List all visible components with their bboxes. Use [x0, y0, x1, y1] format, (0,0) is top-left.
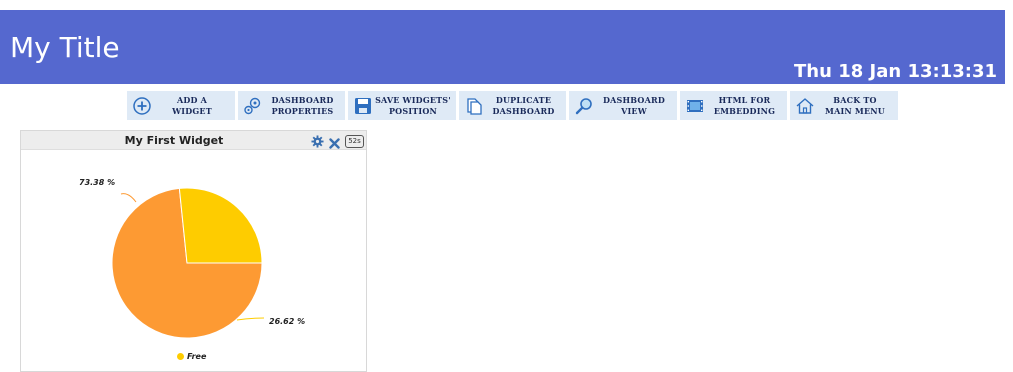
duplicate-dashboard-button[interactable]: DUPLICATE DASHBOARD	[459, 91, 566, 120]
pie-chart: 73.38 % 26.62 %	[79, 178, 305, 339]
legend-label-free: Free	[187, 352, 207, 361]
html-for-embedding-button[interactable]: HTML FOR EMBEDDING	[680, 91, 787, 120]
widget-title: My First Widget	[124, 134, 224, 147]
plus-circle-icon	[131, 95, 153, 117]
html-for-embedding-label: HTML FOR EMBEDDING	[713, 94, 776, 116]
pie-connector-1	[236, 317, 265, 321]
dashboard-title: My Title	[10, 31, 120, 64]
widget-card[interactable]: My First Widget 52s 73.38 % 26.62 % Free	[20, 130, 367, 372]
back-to-main-menu-label: BACK TO MAIN MENU	[825, 94, 885, 116]
save-widgets-position-button[interactable]: SAVE WIDGETS' POSITION	[348, 91, 456, 120]
magnifier-icon	[573, 95, 595, 117]
refresh-interval-badge[interactable]: 52s	[345, 135, 364, 148]
add-widget-label: ADD A WIDGET	[172, 94, 212, 116]
save-disk-icon	[352, 95, 374, 117]
add-widget-button[interactable]: ADD A WIDGET	[127, 91, 235, 120]
copy-pages-icon	[463, 95, 485, 117]
dashboard-properties-button[interactable]: DASHBOARD PROPERTIES	[238, 91, 345, 120]
pie-connector-0	[120, 193, 137, 203]
save-widgets-position-label: SAVE WIDGETS' POSITION	[375, 94, 451, 116]
legend-marker	[177, 353, 184, 360]
dashboard-properties-label: DASHBOARD PROPERTIES	[271, 94, 334, 116]
pie-data-label-0: 73.38 %	[79, 178, 115, 187]
widget-header[interactable]: My First Widget 52s	[21, 131, 366, 150]
gears-icon	[242, 95, 264, 117]
film-frame-icon	[684, 95, 706, 117]
datetime-display: Thu 18 Jan 13:13:31	[794, 61, 997, 82]
back-to-main-menu-button[interactable]: BACK TO MAIN MENU	[790, 91, 898, 120]
dashboard-toolbar: ADD A WIDGET DASHBOARD PROPERTIES SAVE W…	[127, 91, 898, 120]
pie-slice-1[interactable]	[178, 187, 263, 264]
dashboard-view-button[interactable]: DASHBOARD VIEW	[569, 91, 677, 120]
home-icon	[794, 95, 816, 117]
pie-data-label-1: 26.62 %	[269, 317, 305, 326]
dashboard-view-label: DASHBOARD VIEW	[603, 94, 665, 116]
chart-legend[interactable]: Free	[177, 352, 206, 361]
duplicate-dashboard-label: DUPLICATE DASHBOARD	[492, 94, 555, 116]
dashboard-header: My Title Thu 18 Jan 13:13:31	[0, 10, 1005, 84]
